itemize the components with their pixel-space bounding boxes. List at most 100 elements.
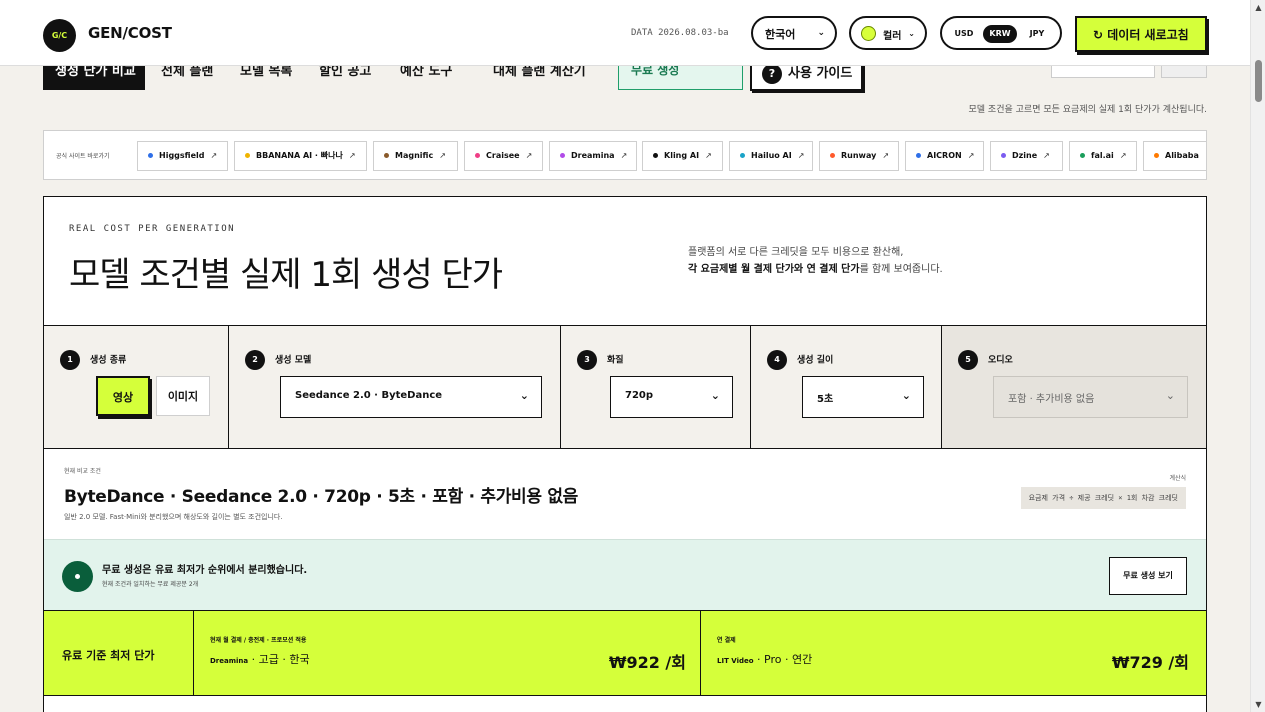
lowest-price-row: 유료 기준 최저 단가 현재 월 결제 / 충전제 · 프로모션 적용 Drea…: [44, 610, 1206, 696]
brand-dot-icon: [148, 153, 153, 158]
external-link-icon: ↗: [967, 151, 975, 160]
audio-select[interactable]: 포함 · 추가비용 없음 ⌄: [993, 376, 1188, 418]
desc-bold: 각 요금제별 월 결제 단가와 연 결제 단가: [688, 264, 860, 275]
condition-label: 현재 비교 조건: [64, 468, 101, 475]
site-link-dreamina[interactable]: Dreamina ↗: [549, 141, 637, 171]
site-name: fal.ai: [1091, 151, 1114, 160]
site-name: Higgsfield: [159, 151, 205, 160]
language-value: 한국어: [765, 28, 796, 41]
cost-card: REAL COST PER GENERATION 모델 조건별 실제 1회 생성…: [43, 196, 1207, 712]
type-video-button[interactable]: 영상: [96, 376, 150, 416]
site-name: Dreamina: [571, 151, 615, 160]
color-theme-button[interactable]: 컬러 ⌄: [849, 16, 927, 50]
site-link-runway[interactable]: Runway ↗: [819, 141, 899, 171]
chevron-down-icon: ⌄: [1165, 389, 1175, 402]
formula: 요금제 가격 ÷ 제공 크레딧 × 1회 차감 크레딧: [1020, 487, 1186, 509]
yearly-platform: LIT Video: [717, 657, 754, 665]
external-link-icon: ↗: [439, 151, 446, 160]
chevron-down-icon: ⌄: [710, 389, 720, 402]
language-select[interactable]: 한국어 ⌄: [751, 16, 837, 50]
help-icon: ?: [762, 64, 782, 84]
brand-dot-icon: [1080, 153, 1085, 158]
logo-badge[interactable]: G/C: [43, 19, 76, 52]
external-link-icon: ↗: [705, 151, 712, 160]
step-label: 오디오: [988, 355, 1013, 366]
scroll-up-arrow-icon[interactable]: ▲: [1254, 3, 1263, 12]
external-link-icon: ↗: [525, 151, 533, 160]
currency-krw[interactable]: KRW: [983, 25, 1017, 43]
monthly-plan-name: · 고급 · 한국: [248, 653, 310, 666]
site-link-alibaba[interactable]: Alibaba ↗: [1143, 141, 1206, 171]
desc-line1: 플랫폼의 서로 다른 크레딧을 모두 비용으로 환산해,: [688, 247, 904, 258]
site-name: Kling AI: [664, 151, 700, 160]
hero-description: 플랫폼의 서로 다른 크레딧을 모두 비용으로 환산해, 각 요금제별 월 결제…: [688, 244, 943, 278]
duration-select[interactable]: 5초 ⌄: [802, 376, 924, 418]
chevron-down-icon: ⌄: [908, 29, 915, 38]
external-link-icon: ↗: [1119, 151, 1127, 160]
brand-dot-icon: [560, 153, 565, 158]
data-version-stamp: DATA 2026.08.03-ba: [631, 28, 729, 38]
page-title: 모델 조건별 실제 1회 생성 단가: [69, 255, 503, 295]
step-number: 3: [577, 350, 597, 370]
logo-text[interactable]: GEN/COST: [88, 24, 172, 42]
external-link-icon: ↗: [620, 151, 628, 160]
yearly-price: ₩729 /회: [1111, 653, 1189, 672]
scrollbar-thumb[interactable]: [1255, 60, 1262, 102]
monthly-platform: Dreamina: [210, 657, 249, 665]
info-dot-icon: [62, 561, 93, 592]
step-label: 생성 길이: [797, 355, 834, 366]
external-link-icon: ↗: [797, 151, 805, 160]
step-label: 생성 모델: [275, 355, 312, 366]
brand-dot-icon: [740, 153, 745, 158]
external-link-icon: ↗: [1043, 151, 1050, 160]
site-link-kling-ai[interactable]: Kling AI ↗: [642, 141, 723, 171]
step-number: 5: [958, 350, 978, 370]
brand-dot-icon: [1001, 153, 1006, 158]
refresh-data-button[interactable]: ↻ 데이터 새로고침: [1075, 16, 1207, 52]
scroll-down-arrow-icon[interactable]: ▼: [1254, 700, 1263, 709]
site-link-bbanana-ai[interactable]: BBANANA AI · 빠나나 ↗: [234, 141, 367, 171]
site-link-hailuo-ai[interactable]: Hailuo AI ↗: [729, 141, 813, 171]
view-free-button[interactable]: 무료 생성 보기: [1109, 557, 1187, 595]
current-condition: 현재 비교 조건 ByteDance · Seedance 2.0 · 720p…: [44, 449, 1206, 539]
model-select[interactable]: Seedance 2.0 · ByteDance ⌄: [280, 376, 542, 418]
step-label: 생성 종류: [90, 355, 127, 366]
condition-steps: 1 생성 종류 영상 이미지 2 생성 모델 Seedance 2.0 · Byte…: [44, 325, 1206, 449]
page-scrollbar[interactable]: ▲ ▼: [1250, 0, 1265, 712]
monthly-plan: Dreamina · 고급 · 한국: [210, 651, 310, 667]
site-link-magnific[interactable]: Magnific ↗: [373, 141, 458, 171]
guide-label: 사용 가이드: [788, 66, 853, 81]
condition-title: ByteDance · Seedance 2.0 · 720p · 5초 · 포…: [64, 487, 579, 507]
color-swatch-icon: [861, 26, 876, 41]
formula-label: 계산식: [1169, 475, 1186, 482]
color-label: 컬러: [883, 31, 902, 42]
site-name: Dzine: [1012, 151, 1038, 160]
yearly-plan-name: · Pro · 연간: [753, 653, 813, 666]
brand-dot-icon: [245, 153, 250, 158]
type-image-button[interactable]: 이미지: [156, 376, 210, 416]
free-notice-subtext: 현재 조건과 일치하는 무료 제공분 2개: [102, 581, 199, 588]
site-link-fal-ai[interactable]: fal.ai ↗: [1069, 141, 1137, 171]
site-name: Craisee: [486, 151, 520, 160]
site-link-dzine[interactable]: Dzine ↗: [990, 141, 1063, 171]
site-name: Magnific: [395, 151, 434, 160]
official-sites-label: 공식 사이트 바로가기: [56, 153, 110, 160]
external-link-icon: ↗: [210, 151, 218, 160]
brand-dot-icon: [916, 153, 921, 158]
site-link-craisee[interactable]: Craisee ↗: [464, 141, 543, 171]
step-generation-type: 1 생성 종류 영상 이미지: [44, 326, 229, 448]
site-link-higgsfield[interactable]: Higgsfield ↗: [137, 141, 228, 171]
quality-value: 720p: [625, 390, 654, 401]
monthly-caption: 현재 월 결제 / 충전제 · 프로모션 적용: [210, 637, 307, 644]
currency-usd[interactable]: USD: [950, 25, 978, 43]
step-audio: 5 오디오 포함 · 추가비용 없음 ⌄: [942, 326, 1206, 448]
site-name: Hailuo AI: [751, 151, 792, 160]
site-name: AICRON: [927, 151, 962, 160]
step-number: 1: [60, 350, 80, 370]
quality-select[interactable]: 720p ⌄: [610, 376, 733, 418]
currency-jpy[interactable]: JPY: [1022, 25, 1052, 43]
site-name: BBANANA AI · 빠나나: [256, 151, 343, 160]
site-name: Alibaba: [1165, 151, 1199, 160]
step-number: 2: [245, 350, 265, 370]
site-link-aicron[interactable]: AICRON ↗: [905, 141, 984, 171]
